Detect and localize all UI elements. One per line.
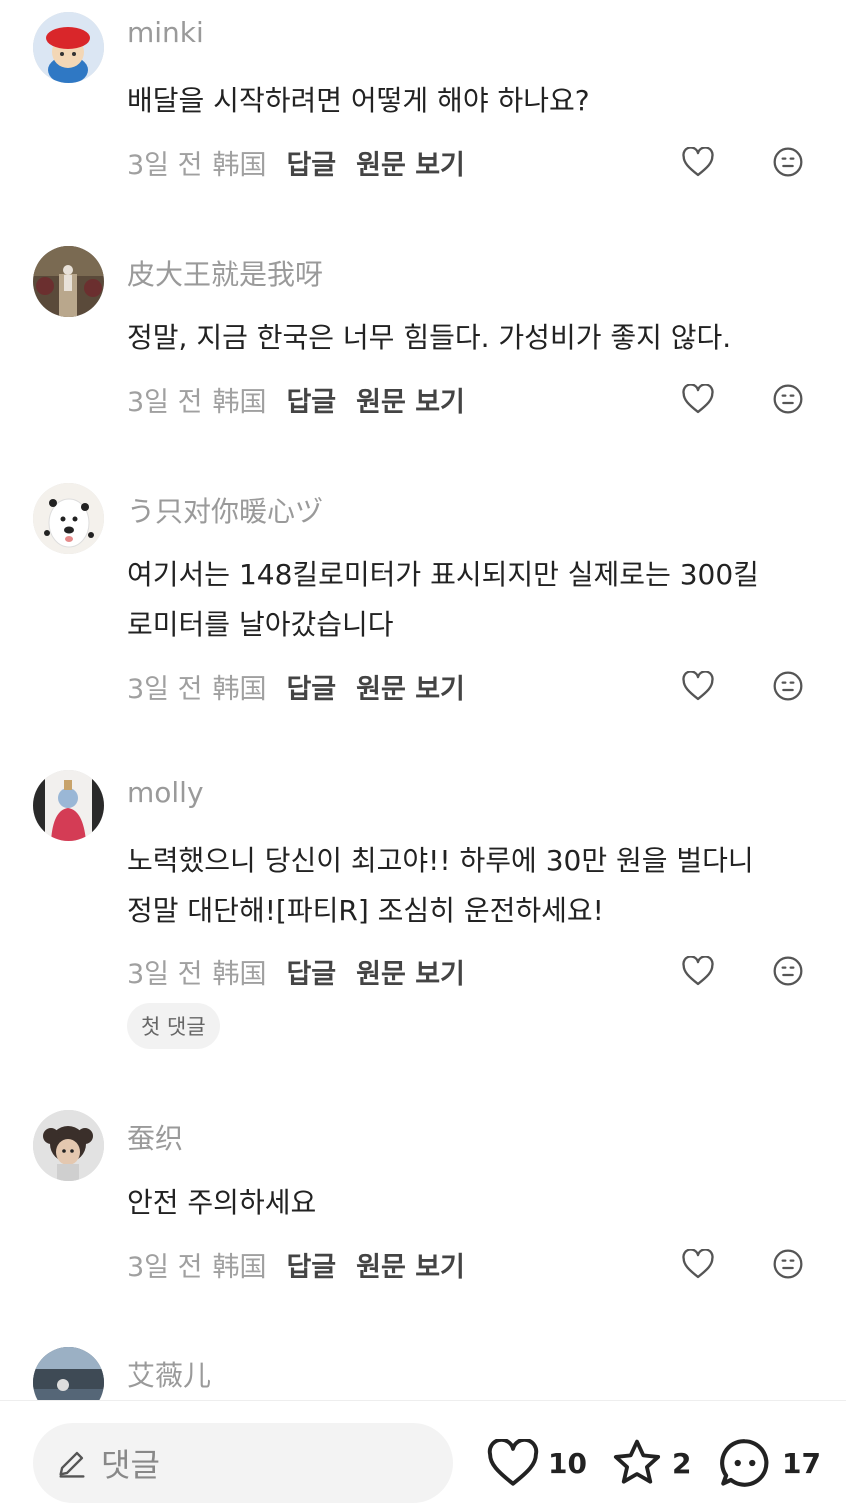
comment-meta: 3일 전 韩国 답글 원문 보기 [127, 1244, 465, 1284]
emoji-neutral-icon [773, 671, 803, 701]
timestamp: 3일 전 [127, 149, 203, 181]
avatar[interactable] [33, 1110, 104, 1181]
comment-placeholder: 댓글 [101, 1446, 160, 1484]
location: 韩国 [212, 673, 267, 705]
pen-icon [59, 1451, 85, 1478]
favorite-count: 2 [672, 1446, 692, 1480]
comment-text: 노력했으니 당신이 최고야!! 하루에 30만 원을 벌다니 정말 대단해![파… [127, 844, 754, 927]
avatar[interactable] [33, 770, 104, 841]
timestamp: 3일 전 [127, 673, 203, 705]
comment-text: 여기서는 148킬로미터가 표시되지만 실제로는 300킬 로미터를 날아갔습니… [127, 558, 759, 641]
emoji-neutral-icon [773, 956, 803, 986]
username[interactable]: minki [127, 16, 204, 49]
comments-action[interactable]: 17 [716, 1433, 821, 1493]
comment-meta: 3일 전 韩国 답글 원문 보기 [127, 666, 465, 706]
reply-button[interactable]: 답글 [286, 380, 336, 419]
timestamp: 3일 전 [127, 386, 203, 418]
view-original-button[interactable]: 원문 보기 [356, 952, 465, 991]
emoji-neutral-icon [773, 1249, 803, 1279]
heart-outline-icon [682, 671, 714, 701]
like-button[interactable] [678, 1244, 718, 1284]
comment-meta: 3일 전 韩国 답글 원문 보기 [127, 379, 465, 419]
location: 韩国 [212, 1251, 267, 1283]
heart-outline-icon [682, 147, 714, 177]
comment-text: 배달을 시작하려면 어떻게 해야 하나요? [127, 84, 590, 117]
heart-outline-icon [682, 384, 714, 414]
react-button[interactable] [768, 951, 808, 991]
heart-outline-icon [682, 956, 714, 986]
emoji-neutral-icon [773, 147, 803, 177]
react-button[interactable] [768, 379, 808, 419]
chat-bubble-icon [720, 1439, 769, 1487]
first-comment-badge: 첫 댓글 [127, 1003, 220, 1049]
like-button[interactable] [678, 666, 718, 706]
like-button[interactable] [678, 379, 718, 419]
avatar[interactable] [33, 246, 104, 317]
like-count: 10 [548, 1446, 587, 1480]
heart-outline-icon [487, 1439, 539, 1486]
reply-button[interactable]: 답글 [286, 143, 336, 182]
favorite-action[interactable]: 2 [610, 1433, 691, 1493]
comment-count: 17 [782, 1446, 821, 1480]
avatar[interactable] [33, 483, 104, 554]
username[interactable]: 蚕织 [127, 1117, 183, 1157]
comment-list[interactable]: minki 배달을 시작하려면 어떻게 해야 하나요? 3일 전 韩国 답글 원… [0, 0, 846, 1400]
react-button[interactable] [768, 1244, 808, 1284]
heart-outline-icon [682, 1249, 714, 1279]
view-original-button[interactable]: 원문 보기 [356, 143, 465, 182]
comment-meta: 3일 전 韩国 답글 원문 보기 [127, 951, 465, 991]
reply-button[interactable]: 답글 [286, 667, 336, 706]
comment-text: 정말, 지금 한국은 너무 힘들다. 가성비가 좋지 않다. [127, 321, 732, 354]
reply-button[interactable]: 답글 [286, 952, 336, 991]
timestamp: 3일 전 [127, 1251, 203, 1283]
username[interactable]: molly [127, 776, 204, 809]
avatar[interactable] [33, 12, 104, 83]
view-original-button[interactable]: 원문 보기 [356, 667, 465, 706]
view-original-button[interactable]: 원문 보기 [356, 380, 465, 419]
reply-button[interactable]: 답글 [286, 1245, 336, 1284]
location: 韩国 [212, 386, 267, 418]
timestamp: 3일 전 [127, 958, 203, 990]
username[interactable]: 艾薇儿 [127, 1354, 211, 1394]
location: 韩国 [212, 958, 267, 990]
star-outline-icon [613, 1439, 661, 1484]
emoji-neutral-icon [773, 384, 803, 414]
comment-input[interactable]: 댓글 [33, 1423, 453, 1503]
like-button[interactable] [678, 142, 718, 182]
comment-meta: 3일 전 韩国 답글 원문 보기 [127, 142, 465, 182]
view-original-button[interactable]: 원문 보기 [356, 1245, 465, 1284]
comment-text: 안전 주의하세요 [127, 1186, 317, 1219]
bottom-bar: 댓글 10 2 17 [0, 1400, 846, 1506]
location: 韩国 [212, 149, 267, 181]
avatar[interactable] [33, 1347, 104, 1400]
username[interactable]: う只对你暖心ヅ [127, 490, 323, 530]
react-button[interactable] [768, 142, 808, 182]
react-button[interactable] [768, 666, 808, 706]
username[interactable]: 皮大王就是我呀 [127, 253, 323, 293]
like-action[interactable]: 10 [486, 1433, 587, 1493]
like-button[interactable] [678, 951, 718, 991]
